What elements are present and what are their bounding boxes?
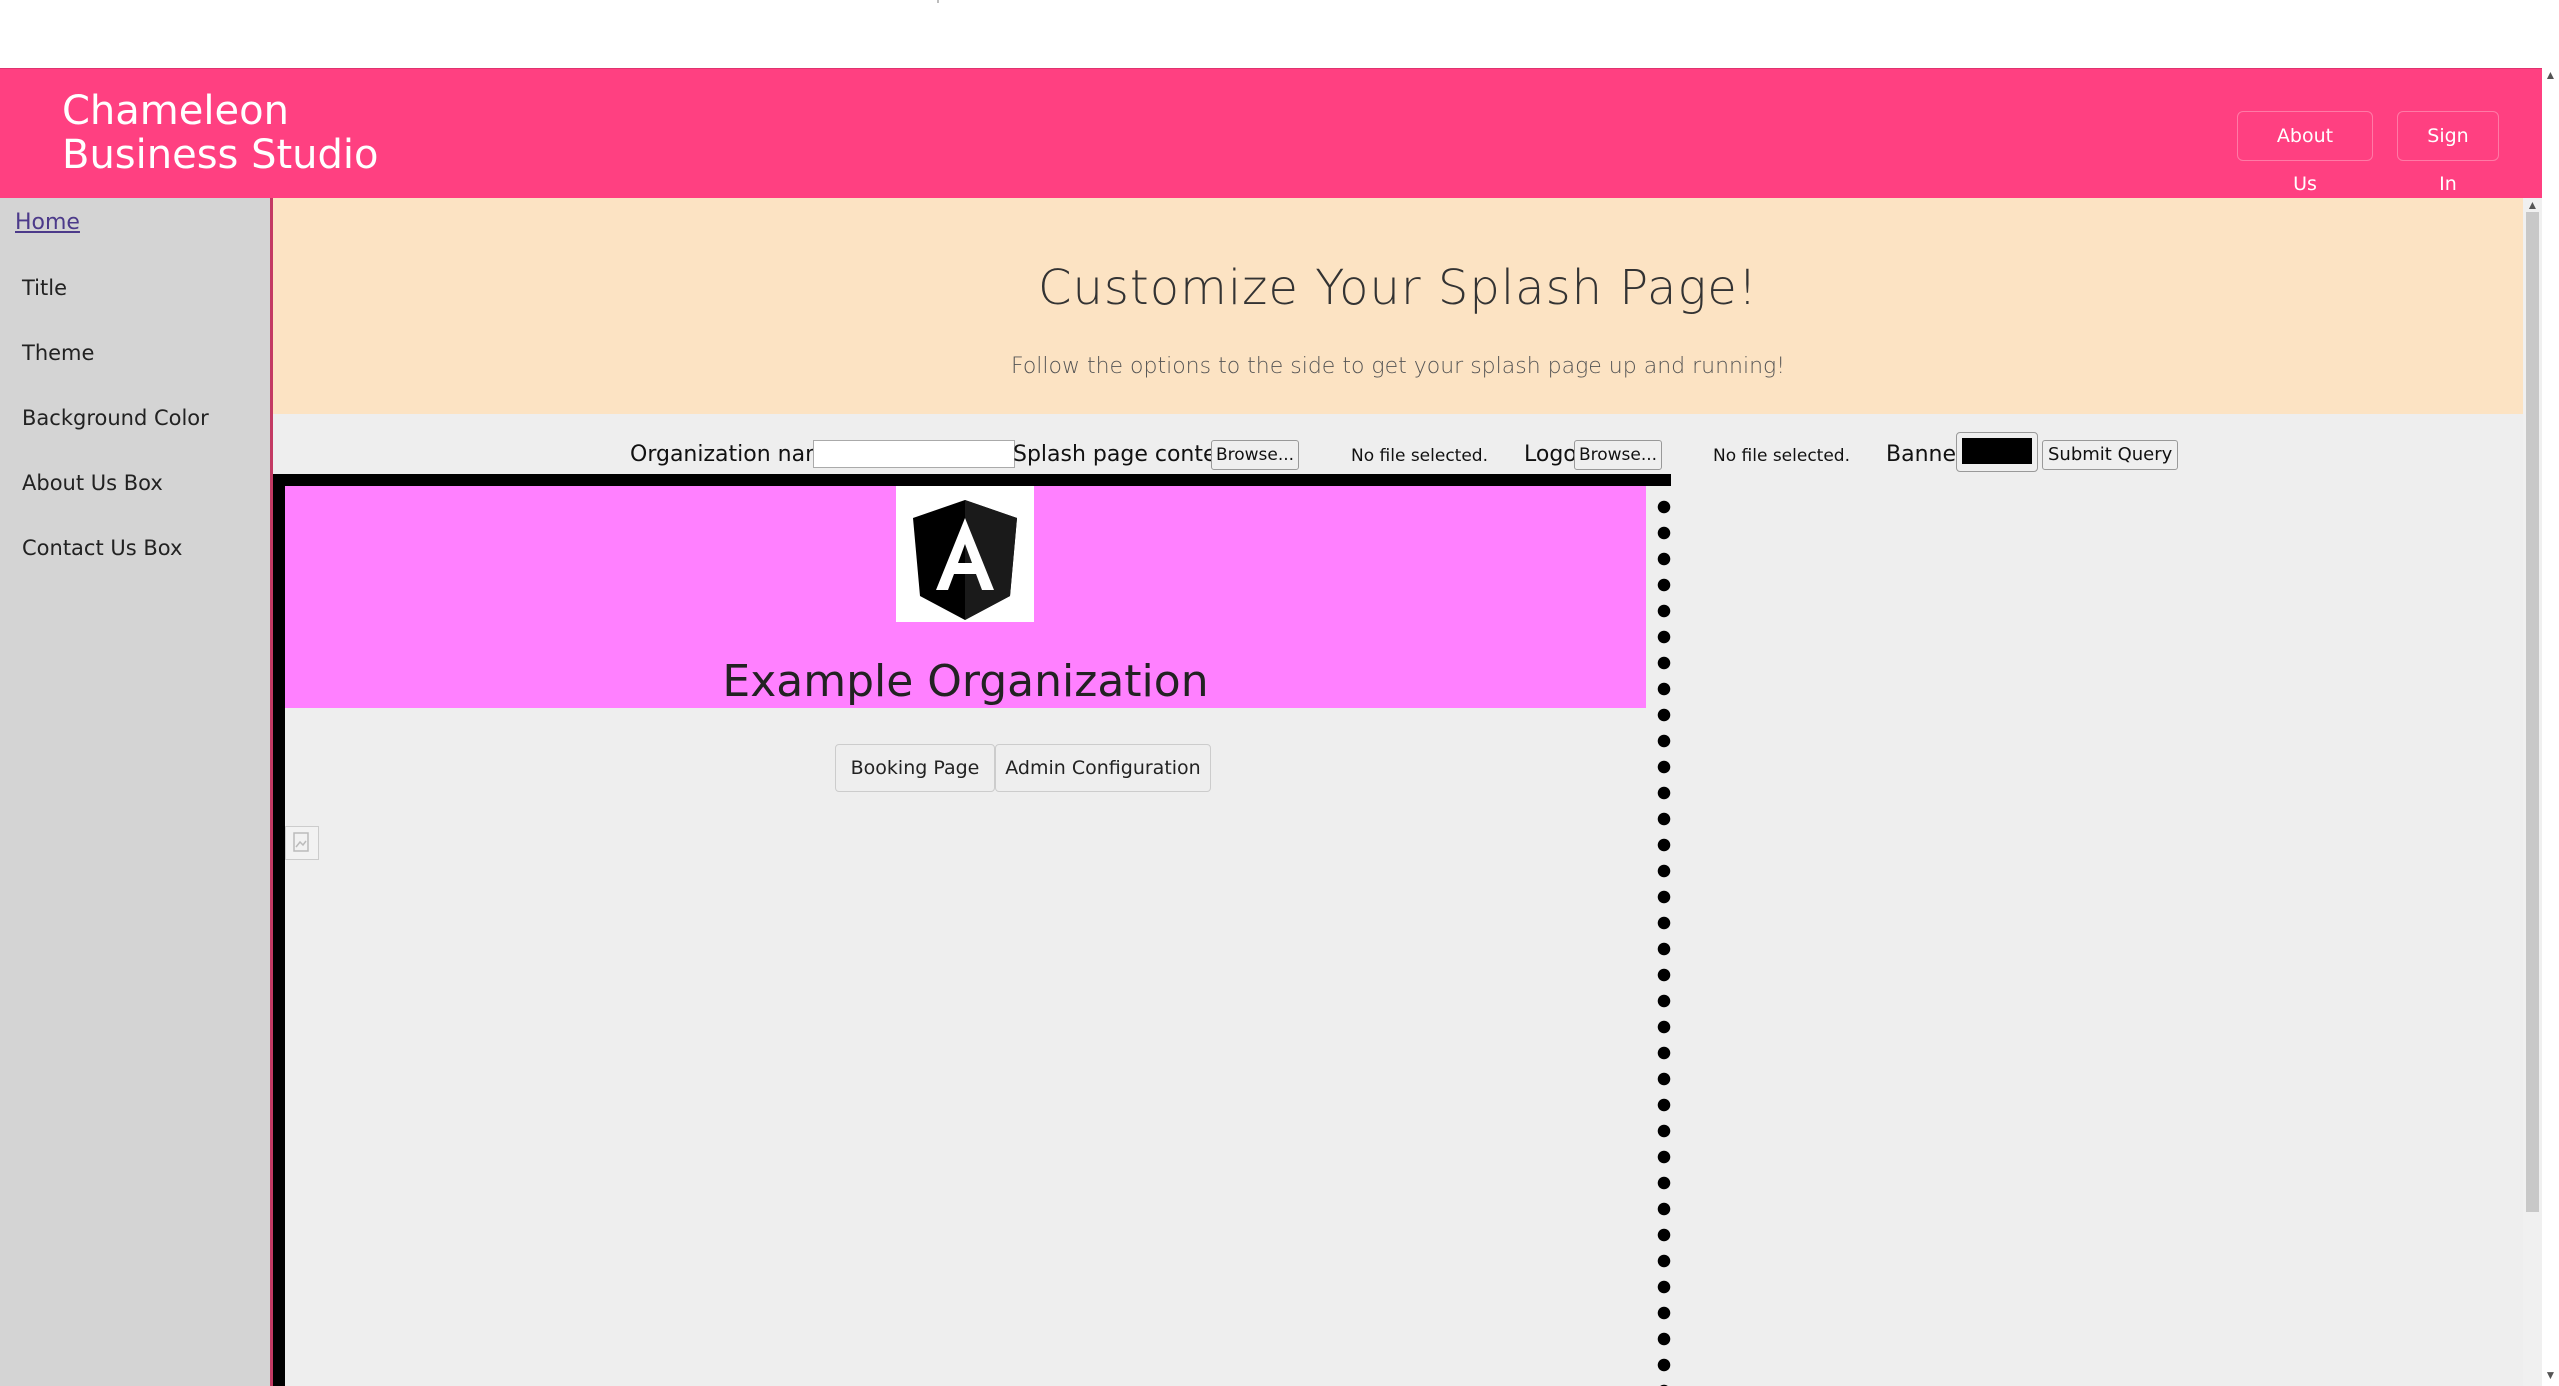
sidebar: Home Title Theme Background Color About …	[0, 198, 273, 1386]
brand-title[interactable]: Chameleon Business Studio	[62, 89, 379, 177]
app-header: Chameleon Business Studio About Us Sign …	[0, 68, 2542, 199]
page-scroll-down-icon[interactable]: ▼	[2542, 1368, 2559, 1382]
home-link[interactable]: Home	[15, 210, 80, 235]
scroll-up-icon[interactable]: ▲	[2523, 198, 2542, 212]
scrollbar-thumb[interactable]	[2526, 212, 2539, 1212]
organization-title: Example Organization	[722, 656, 1209, 707]
logo-file-status: No file selected.	[1713, 446, 1850, 466]
hero-section: Customize Your Splash Page! Follow the o…	[273, 198, 2523, 414]
main-content: Customize Your Splash Page! Follow the o…	[273, 198, 2523, 1386]
splash-content-file-status: No file selected.	[1351, 446, 1488, 466]
page-title: Customize Your Splash Page!	[1037, 260, 1759, 316]
splash-content-browse-button[interactable]: Browse...	[1211, 440, 1299, 470]
angular-logo-icon	[896, 486, 1034, 622]
sidebar-item-background-color[interactable]: Background Color	[22, 406, 209, 430]
sidebar-item-theme[interactable]: Theme	[22, 341, 94, 365]
page-subtitle: Follow the options to the side to get yo…	[1010, 354, 1786, 379]
sidebar-item-title[interactable]: Title	[22, 276, 67, 300]
admin-configuration-button[interactable]: Admin Configuration	[995, 744, 1211, 792]
brand-line-2: Business Studio	[62, 132, 379, 178]
stray-mark	[937, 0, 939, 3]
broken-image-icon	[285, 826, 319, 860]
preview-dotted-border	[1657, 494, 1671, 1386]
banner-color-picker[interactable]	[1956, 432, 2038, 472]
banner-color-swatch	[1962, 438, 2032, 464]
submit-query-button[interactable]: Submit Query	[2042, 440, 2179, 470]
splash-preview: Example Organization Booking Page Admin …	[273, 474, 1671, 1386]
splash-form: Organization name Splash page content Br…	[273, 432, 2523, 474]
org-name-input[interactable]	[813, 440, 1015, 468]
logo-label: Logo	[1524, 442, 1577, 467]
inner-scrollbar[interactable]: ▲	[2523, 198, 2542, 1386]
sidebar-item-contact-us-box[interactable]: Contact Us Box	[22, 536, 182, 560]
splash-content-label: Splash page content	[1013, 442, 1240, 467]
browser-top-band	[0, 0, 2559, 68]
sidebar-item-about-us-box[interactable]: About Us Box	[22, 471, 163, 495]
sign-in-button[interactable]: Sign In	[2397, 111, 2499, 195]
brand-line-1: Chameleon	[62, 88, 289, 134]
booking-page-button[interactable]: Booking Page	[835, 744, 995, 792]
page-scroll-up-icon[interactable]: ▲	[2542, 68, 2559, 82]
banner-label: Banner	[1886, 442, 1966, 467]
org-name-label: Organization name	[630, 442, 841, 467]
logo-browse-button[interactable]: Browse...	[1574, 440, 1662, 470]
page-scrollbar[interactable]: ▲ ▼	[2542, 68, 2559, 1386]
preview-banner: Example Organization	[285, 486, 1646, 708]
about-us-button[interactable]: About Us	[2237, 111, 2373, 195]
